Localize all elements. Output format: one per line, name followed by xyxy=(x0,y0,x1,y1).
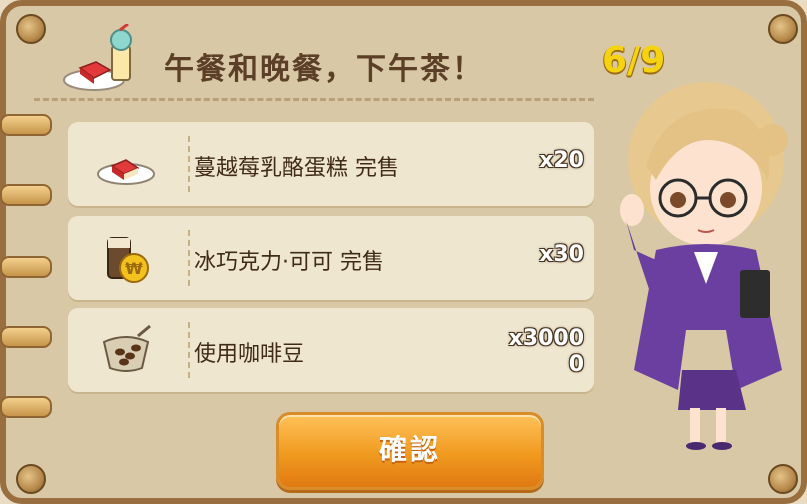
item-quantity: x30 xyxy=(539,242,584,267)
quest-title: 午餐和晚餐，下午茶！ xyxy=(164,52,484,87)
binder-ring xyxy=(0,326,52,348)
item-label: 使用咖啡豆 xyxy=(194,342,305,367)
quest-header: 午餐和晚餐，下午茶！ 6/9 xyxy=(54,14,674,98)
item-label: 冰巧克力·可可 完售 xyxy=(194,250,384,275)
row-divider xyxy=(188,322,190,378)
list-item: 蔓越莓乳酪蛋糕 完售 x20 xyxy=(68,122,594,206)
binder-ring xyxy=(0,184,52,206)
rivet-top-left xyxy=(16,14,46,44)
rivet-top-right xyxy=(768,14,798,44)
binder-ring xyxy=(0,396,52,418)
iced-chocolate-cocoa-icon: ₩ xyxy=(107,237,149,283)
secretary-character-illustration xyxy=(620,82,788,450)
cranberry-cheesecake-icon xyxy=(97,159,155,185)
list-item: ₩ 冰巧克力·可可 完售 x30 xyxy=(68,216,594,300)
binder-ring xyxy=(0,114,52,136)
item-quantity: x30000 xyxy=(508,326,584,377)
rivet-bottom-right xyxy=(768,464,798,494)
header-divider xyxy=(34,98,594,101)
row-divider xyxy=(188,230,190,286)
coffee-beans-icon xyxy=(102,324,151,372)
binder-ring xyxy=(0,256,52,278)
list-item: 使用咖啡豆 x30000 xyxy=(68,308,594,392)
quest-panel: 午餐和晚餐，下午茶！ 6/9 蔓越莓乳酪蛋糕 完售 x20 ₩ 冰巧克力·可可 … xyxy=(0,0,807,504)
confirm-button[interactable]: 確認 xyxy=(276,412,544,490)
svg-text:₩: ₩ xyxy=(125,259,143,278)
cake-and-sundae-icon xyxy=(63,24,132,91)
item-quantity: x20 xyxy=(539,148,584,173)
item-label: 蔓越莓乳酪蛋糕 完售 xyxy=(194,156,399,181)
row-divider xyxy=(188,136,190,192)
rivet-bottom-left xyxy=(16,464,46,494)
